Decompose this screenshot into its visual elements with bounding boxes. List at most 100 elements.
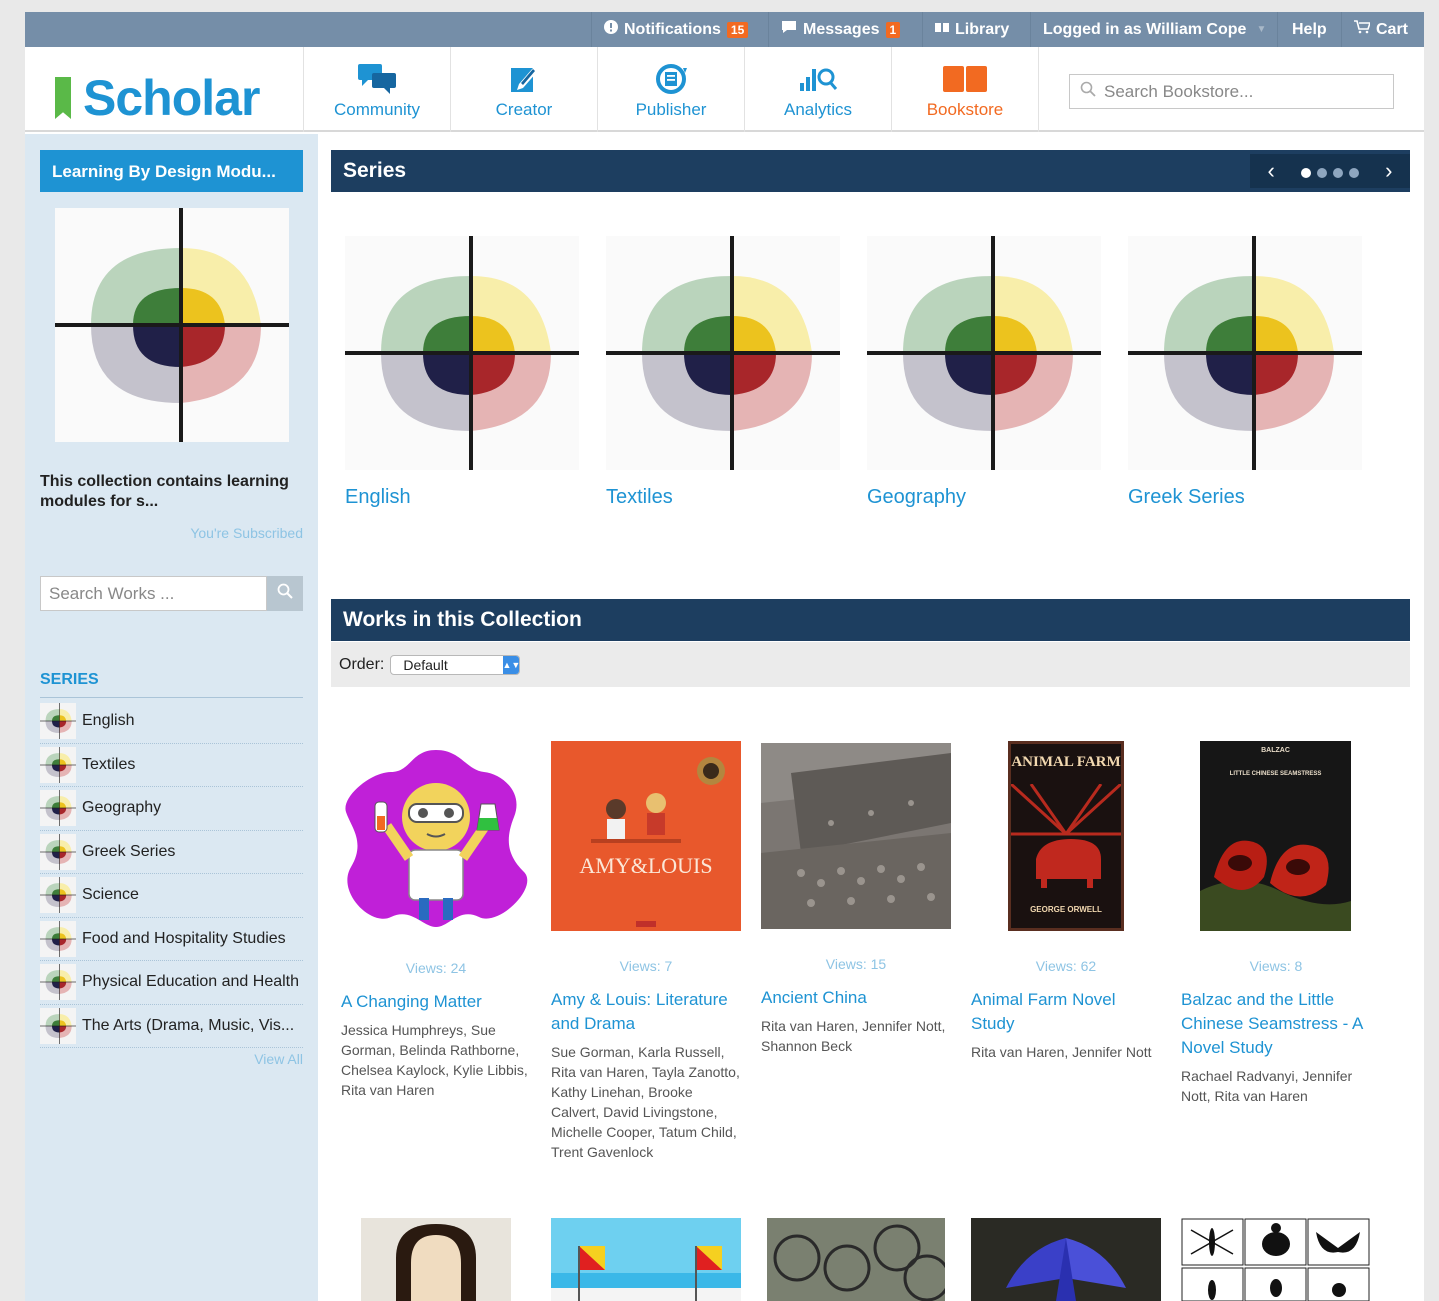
order-bar: Order: Default ▲▼ [331,642,1410,687]
work-authors: Rachael Radvanyi, Jennifer Nott, Rita va… [1181,1068,1353,1104]
series-card-image[interactable] [867,236,1101,470]
learning-by-design-emblem [55,208,289,442]
series-card-image[interactable] [1128,236,1362,470]
series-list-item[interactable]: Geography [40,787,303,831]
series-card[interactable]: Geography [867,236,1101,509]
work-views: Views: 8 [1249,958,1303,974]
series-list-label: English [82,712,135,730]
series-card-image[interactable] [606,236,840,470]
series-card-title[interactable]: Textiles [606,486,840,509]
cart-link[interactable]: Cart [1341,12,1424,47]
nav-community[interactable]: Community [303,47,450,132]
bookstore-search-input[interactable]: Search Bookstore... [1069,74,1394,109]
main-header: Scholar Community Creator Publisher Anal… [25,47,1424,132]
work-cover[interactable]: ANIMAL FARM GEORGE ORWELL [971,741,1161,931]
series-card-title[interactable]: Geography [867,486,1101,509]
series-card-image[interactable] [345,236,579,470]
work-title[interactable]: Amy & Louis: Literature and Drama [551,988,741,1036]
notifications-link[interactable]: Notifications 15 [591,12,768,47]
series-list-item[interactable]: Science [40,874,303,918]
search-icon [1080,81,1096,102]
work-cover[interactable]: BALZAC LITTLE CHINESE SEAMSTRESS [1181,741,1371,931]
work-title[interactable]: Ancient China [761,986,951,1010]
series-list-item[interactable]: Food and Hospitality Studies [40,918,303,961]
work-title[interactable]: A Changing Matter [341,990,531,1014]
balzac-cover: BALZAC LITTLE CHINESE SEAMSTRESS [1200,741,1351,931]
series-thumbnail [40,964,76,1001]
work-card[interactable]: Views: 15 Ancient China Rita van Haren, … [761,743,951,1056]
work-cover[interactable] [1181,1218,1371,1301]
series-heading-text: Series [343,159,407,182]
collection-image[interactable] [55,208,289,442]
work-cover[interactable] [761,743,951,929]
search-works-input[interactable]: Search Works ... [40,576,267,611]
cover-title: ANIMAL FARM [1011,754,1121,770]
pager-dot[interactable] [1316,168,1327,178]
series-thumbnail [40,746,76,783]
chevron-left-icon[interactable]: ‹ [1268,158,1275,184]
pager-dot[interactable] [1348,168,1359,178]
nav-publisher[interactable]: Publisher [597,47,744,132]
series-card[interactable]: Greek Series [1128,236,1362,509]
pager-dots [1298,158,1362,184]
analytics-icon [745,62,891,96]
nav-bookstore[interactable]: Bookstore [891,47,1038,132]
series-list-label: Geography [82,799,162,817]
scholar-logo[interactable]: Scholar [55,69,260,127]
work-card[interactable]: BALZAC LITTLE CHINESE SEAMSTRESS Views: … [1181,741,1371,1106]
nav-creator[interactable]: Creator [450,47,597,132]
work-card[interactable]: ANIMAL FARM GEORGE ORWELL Views: 62 Anim… [971,741,1161,1062]
search-works-button[interactable] [267,576,303,611]
bookstore-icon [892,62,1038,96]
series-list-item[interactable]: Textiles [40,744,303,787]
work-card[interactable]: AMY&LOUIS Views: 7 Amy & Louis: Literatu… [551,741,741,1162]
view-all-link[interactable]: View All [254,1051,303,1067]
order-select-value: Default [403,656,448,673]
work-authors: Sue Gorman, Karla Russell, Rita van Hare… [551,1044,740,1160]
work-cover[interactable] [971,1218,1161,1301]
work-title[interactable]: Balzac and the Little Chinese Seamstress… [1181,988,1371,1060]
search-placeholder: Search Bookstore... [1104,81,1254,101]
library-link[interactable]: Library [922,12,1030,47]
account-menu[interactable]: Logged in as William Cope ▼ [1030,12,1277,47]
work-cover[interactable] [551,1218,741,1301]
chevron-right-icon[interactable]: › [1385,158,1392,184]
series-card-title[interactable]: English [345,486,579,509]
nav-analytics[interactable]: Analytics [744,47,891,132]
series-list-label: Physical Education and Health [82,973,300,991]
work-cover[interactable]: AMY&LOUIS [551,741,741,931]
cover-author: GEORGE ORWELL [1030,905,1102,914]
series-list-item[interactable]: Physical Education and Health [40,961,303,1005]
series-card[interactable]: Textiles [606,236,840,509]
series-thumbnail [40,703,76,740]
work-cover[interactable] [341,742,531,932]
messages-link[interactable]: Messages 1 [768,12,922,47]
nav-community-label: Community [334,100,420,119]
order-label: Order: [339,655,385,673]
work-views: Views: 24 [405,960,467,976]
order-select[interactable]: Default ▲▼ [390,654,521,675]
work-card[interactable]: Views: 24 A Changing Matter Jessica Hump… [341,742,531,1100]
collection-sidebar: Learning By Design Modu... This collecti… [25,134,318,1301]
work-cover[interactable] [361,1218,511,1301]
flower-image [1006,1238,1126,1301]
series-list-item[interactable]: Greek Series [40,831,303,874]
publisher-mark [636,921,656,927]
work-title[interactable]: Animal Farm Novel Study [971,988,1161,1036]
brand-name: Scholar [83,70,260,126]
collection-title-button[interactable]: Learning By Design Modu... [40,150,303,192]
work-cover[interactable] [767,1218,945,1301]
series-thumbnail [40,877,76,914]
book-icon [935,21,949,39]
series-card[interactable]: English [345,236,579,509]
pager-dot[interactable] [1332,168,1343,178]
series-list-item[interactable]: The Arts (Drama, Music, Vis... [40,1005,303,1048]
series-list-item[interactable]: English [40,700,303,744]
community-icon [304,62,450,96]
series-card-title[interactable]: Greek Series [1128,486,1362,509]
help-link[interactable]: Help [1277,12,1341,47]
series-list-label: The Arts (Drama, Music, Vis... [82,1016,295,1034]
work-authors: Rita van Haren, Jennifer Nott [971,1044,1152,1060]
work-views: Views: 15 [825,956,887,972]
pager-dot[interactable] [1300,168,1311,178]
